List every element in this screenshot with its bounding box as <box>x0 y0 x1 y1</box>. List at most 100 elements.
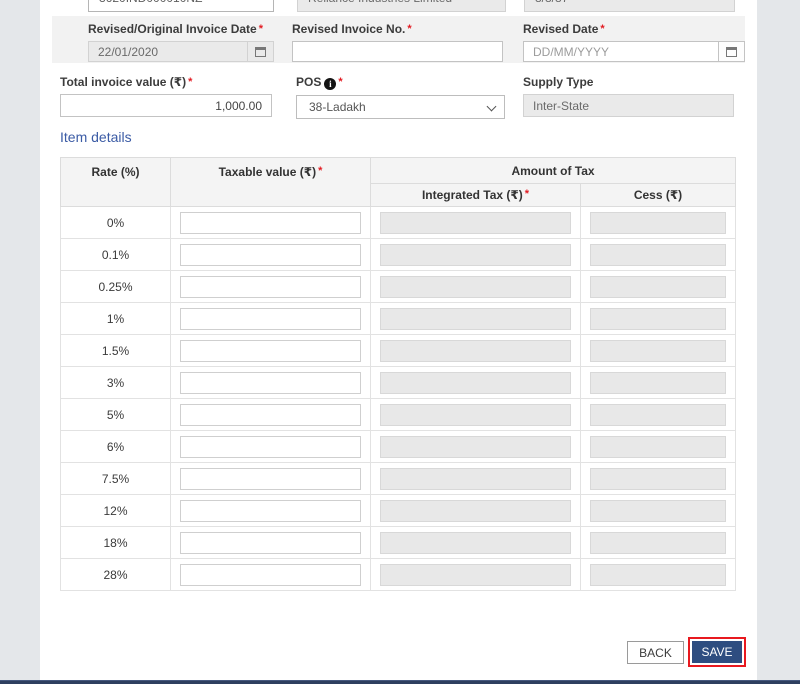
taxable-value-input[interactable] <box>180 244 361 266</box>
receiver-name-field: Reliance Industries Limited <box>297 0 506 12</box>
rate-label: 0.25% <box>61 271 171 303</box>
integrated-tax-input <box>380 372 571 394</box>
calendar-icon <box>255 47 266 57</box>
taxable-value-input[interactable] <box>180 404 361 426</box>
cess-column-header: Cess (₹) <box>581 184 736 207</box>
rate-label: 3% <box>61 367 171 399</box>
taxable-value-input[interactable] <box>180 212 361 234</box>
required-mark: * <box>525 188 529 200</box>
required-mark: * <box>338 76 342 88</box>
integrated-tax-input <box>380 564 571 586</box>
required-mark: * <box>600 23 604 35</box>
revised-original-invoice-date-label: Revised/Original Invoice Date* <box>88 23 274 36</box>
rate-label: 0.1% <box>61 239 171 271</box>
cess-input <box>590 564 726 586</box>
taxable-value-column-header: Taxable value (₹)* <box>171 158 371 207</box>
calendar-icon <box>726 47 737 57</box>
taxable-value-input[interactable] <box>180 500 361 522</box>
taxable-value-input[interactable] <box>180 532 361 554</box>
calendar-icon-button[interactable] <box>719 41 745 62</box>
total-invoice-value-input[interactable] <box>60 94 272 117</box>
cess-input <box>590 276 726 298</box>
pos-select[interactable]: 38-Ladakh <box>296 95 505 119</box>
supply-type-input <box>523 94 734 117</box>
rate-row: 7.5% <box>61 463 736 495</box>
rate-row: 12% <box>61 495 736 527</box>
revised-original-invoice-date-input <box>88 41 248 62</box>
integrated-tax-input <box>380 500 571 522</box>
taxable-value-input[interactable] <box>180 340 361 362</box>
revised-date-input[interactable] <box>523 41 719 62</box>
cess-input <box>590 436 726 458</box>
pos-label: POSi* <box>296 76 505 90</box>
gstin-field[interactable]: 3620IND000010NZ <box>88 0 274 12</box>
pos-selected-value: 38-Ladakh <box>309 100 366 114</box>
save-button[interactable]: SAVE <box>692 641 742 663</box>
taxable-value-input[interactable] <box>180 372 361 394</box>
integrated-tax-input <box>380 244 571 266</box>
amount-of-tax-header: Amount of Tax <box>371 158 736 184</box>
rate-row: 0% <box>61 207 736 239</box>
rate-rows: 0%0.1%0.25%1%1.5%3%5%6%7.5%12%18%28% <box>61 207 736 591</box>
required-mark: * <box>407 23 411 35</box>
rate-row: 5% <box>61 399 736 431</box>
required-mark: * <box>188 76 192 88</box>
cess-input <box>590 404 726 426</box>
rate-row: 28% <box>61 559 736 591</box>
taxable-value-input[interactable] <box>180 468 361 490</box>
info-icon: i <box>324 78 336 90</box>
cess-input <box>590 212 726 234</box>
integrated-tax-input <box>380 276 571 298</box>
rate-row: 0.25% <box>61 271 736 303</box>
supply-type-label: Supply Type <box>523 76 734 89</box>
footer-bar <box>0 680 800 684</box>
integrated-tax-input <box>380 340 571 362</box>
back-button[interactable]: BACK <box>627 641 684 664</box>
item-details-table: Rate (%) Taxable value (₹)* Amount of Ta… <box>60 157 736 591</box>
rate-label: 0% <box>61 207 171 239</box>
item-details-heading: Item details <box>60 129 132 145</box>
taxable-value-input[interactable] <box>180 436 361 458</box>
rate-label: 28% <box>61 559 171 591</box>
chevron-down-icon <box>487 102 497 112</box>
rate-row: 6% <box>61 431 736 463</box>
cess-input <box>590 468 726 490</box>
integrated-tax-input <box>380 404 571 426</box>
taxable-value-input[interactable] <box>180 276 361 298</box>
rate-label: 6% <box>61 431 171 463</box>
required-mark: * <box>318 165 322 177</box>
integrated-tax-input <box>380 212 571 234</box>
rate-row: 18% <box>61 527 736 559</box>
revised-invoice-no-label: Revised Invoice No.* <box>292 23 503 36</box>
revised-invoice-no-input[interactable] <box>292 41 503 62</box>
taxable-value-input[interactable] <box>180 308 361 330</box>
cess-input <box>590 244 726 266</box>
rate-row: 3% <box>61 367 736 399</box>
rate-label: 18% <box>61 527 171 559</box>
taxable-value-input[interactable] <box>180 564 361 586</box>
invoice-number-field: 8/8/87 <box>524 0 735 12</box>
integrated-tax-column-header: Integrated Tax (₹)* <box>371 184 581 207</box>
cess-input <box>590 532 726 554</box>
calendar-icon-button <box>248 41 274 62</box>
cess-input <box>590 340 726 362</box>
save-highlight-box: SAVE <box>688 637 746 667</box>
rate-label: 5% <box>61 399 171 431</box>
form-card: 3620IND000010NZ Reliance Industries Limi… <box>40 0 757 680</box>
integrated-tax-input <box>380 532 571 554</box>
integrated-tax-input <box>380 468 571 490</box>
rate-label: 12% <box>61 495 171 527</box>
integrated-tax-input <box>380 308 571 330</box>
total-invoice-value-label: Total invoice value (₹)* <box>60 76 272 89</box>
rate-label: 1% <box>61 303 171 335</box>
integrated-tax-input <box>380 436 571 458</box>
rate-row: 1.5% <box>61 335 736 367</box>
rate-row: 0.1% <box>61 239 736 271</box>
required-mark: * <box>259 23 263 35</box>
cess-input <box>590 308 726 330</box>
rate-row: 1% <box>61 303 736 335</box>
rate-column-header: Rate (%) <box>61 158 171 207</box>
revised-date-label: Revised Date* <box>523 23 745 36</box>
rate-label: 7.5% <box>61 463 171 495</box>
cess-input <box>590 372 726 394</box>
